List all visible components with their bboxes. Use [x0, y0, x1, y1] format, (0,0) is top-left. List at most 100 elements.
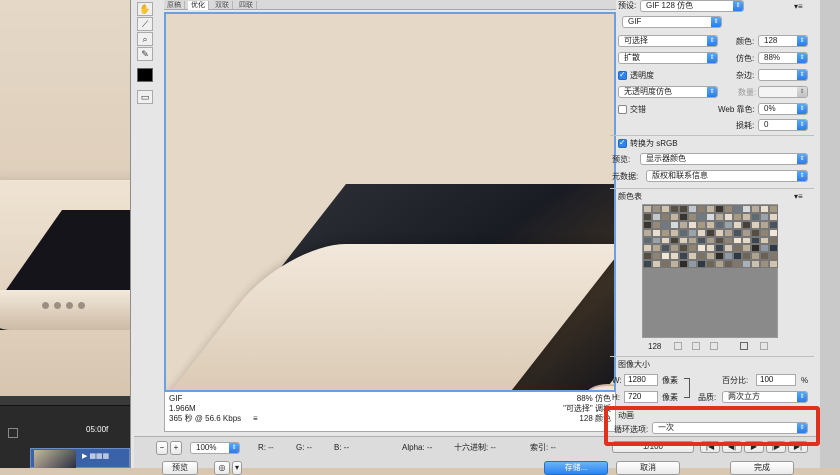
color-swatch[interactable] — [643, 260, 652, 269]
cancel-button[interactable]: 取消 — [616, 461, 680, 475]
convert-srgb-checkbox[interactable] — [618, 138, 627, 148]
save-button[interactable]: 存储... — [544, 461, 608, 475]
tab-optimized[interactable]: 优化 — [188, 1, 209, 10]
color-swatch[interactable] — [661, 220, 670, 229]
color-swatch[interactable] — [697, 244, 706, 253]
color-swatch[interactable] — [679, 205, 688, 213]
lossy-select[interactable]: 0 ⇕ — [758, 119, 808, 131]
web-snap-select[interactable]: 0% ⇕ — [758, 103, 808, 115]
color-swatch[interactable] — [769, 244, 778, 253]
color-swatch[interactable] — [751, 260, 760, 269]
color-swatch[interactable] — [733, 205, 742, 213]
color-swatch[interactable] — [652, 236, 661, 245]
color-swatch[interactable] — [769, 236, 778, 245]
color-swatch[interactable] — [643, 212, 652, 221]
color-swatch[interactable] — [751, 228, 760, 237]
color-swatch[interactable] — [724, 228, 733, 237]
color-swatch[interactable] — [751, 236, 760, 245]
done-button[interactable]: 完成 — [730, 461, 794, 475]
lock-color-icon[interactable] — [710, 342, 718, 350]
color-swatch[interactable] — [733, 228, 742, 237]
color-swatch[interactable] — [670, 212, 679, 221]
color-swatch[interactable] — [670, 260, 679, 269]
color-swatch[interactable] — [670, 220, 679, 229]
color-swatch[interactable] — [661, 212, 670, 221]
color-swatch[interactable] — [661, 252, 670, 261]
color-swatch[interactable] — [715, 236, 724, 245]
color-swatch[interactable] — [706, 236, 715, 245]
color-swatch[interactable] — [742, 220, 751, 229]
amount-select[interactable]: ⇕ — [758, 86, 808, 98]
color-swatch[interactable] — [769, 205, 778, 213]
color-swatch[interactable] — [742, 244, 751, 253]
color-swatch[interactable] — [688, 236, 697, 245]
color-swatch[interactable] — [670, 252, 679, 261]
color-swatch[interactable] — [643, 244, 652, 253]
color-swatch[interactable] — [733, 252, 742, 261]
color-swatch[interactable] — [715, 260, 724, 269]
browser-select-icon[interactable]: ▾ — [232, 461, 242, 475]
color-swatch[interactable] — [652, 205, 661, 213]
color-swatch[interactable] — [742, 205, 751, 213]
color-swatch[interactable] — [760, 220, 769, 229]
toggle-slices-icon[interactable]: ▭ — [137, 90, 153, 104]
color-swatch[interactable] — [715, 228, 724, 237]
color-swatch[interactable] — [706, 228, 715, 237]
color-swatch[interactable] — [697, 260, 706, 269]
eyedropper-color-swatch[interactable] — [137, 68, 153, 82]
color-swatch[interactable] — [751, 244, 760, 253]
hand-tool-icon[interactable]: ✋ — [137, 2, 153, 16]
preset-select[interactable]: GIF 128 仿色 ⇕ — [640, 0, 744, 12]
color-swatch[interactable] — [661, 205, 670, 213]
web-palette-icon[interactable] — [692, 342, 700, 350]
color-swatch[interactable] — [760, 212, 769, 221]
color-swatch[interactable] — [724, 205, 733, 213]
color-swatch[interactable] — [697, 252, 706, 261]
color-swatch[interactable] — [733, 244, 742, 253]
color-swatch[interactable] — [769, 260, 778, 269]
color-swatch[interactable] — [652, 244, 661, 253]
color-swatch[interactable] — [733, 260, 742, 269]
color-swatch[interactable] — [652, 220, 661, 229]
dither-algorithm-select[interactable]: 扩散 ⇕ — [618, 52, 718, 64]
color-swatch[interactable] — [760, 205, 769, 213]
color-swatch[interactable] — [706, 244, 715, 253]
color-swatch[interactable] — [661, 228, 670, 237]
color-swatch[interactable] — [769, 252, 778, 261]
dither-select[interactable]: 88% ⇕ — [758, 52, 808, 64]
color-swatch[interactable] — [688, 228, 697, 237]
color-swatch[interactable] — [706, 260, 715, 269]
color-swatch[interactable] — [679, 212, 688, 221]
color-swatch[interactable] — [652, 212, 661, 221]
color-swatch[interactable] — [715, 205, 724, 213]
color-swatch[interactable] — [706, 205, 715, 213]
transparency-dither-select[interactable]: 无透明度仿色 ⇕ — [618, 86, 718, 98]
color-swatch[interactable] — [643, 252, 652, 261]
color-swatch[interactable] — [715, 212, 724, 221]
color-swatch[interactable] — [652, 260, 661, 269]
color-swatch[interactable] — [760, 236, 769, 245]
color-swatch[interactable] — [706, 212, 715, 221]
height-field[interactable]: 720 — [624, 391, 658, 403]
color-swatch[interactable] — [760, 252, 769, 261]
matte-select[interactable]: ⇕ — [758, 69, 808, 81]
preset-menu-icon[interactable]: ▾≡ — [794, 2, 803, 12]
color-swatch[interactable] — [679, 244, 688, 253]
color-swatch[interactable] — [742, 212, 751, 221]
color-swatch[interactable] — [724, 260, 733, 269]
color-swatch[interactable] — [733, 236, 742, 245]
color-swatch[interactable] — [661, 260, 670, 269]
color-swatch[interactable] — [643, 236, 652, 245]
color-swatch[interactable] — [688, 244, 697, 253]
color-swatch[interactable] — [760, 228, 769, 237]
color-swatch[interactable] — [724, 236, 733, 245]
percent-field[interactable]: 100 — [756, 374, 796, 386]
color-swatch[interactable] — [751, 252, 760, 261]
optimized-preview[interactable] — [164, 12, 616, 392]
tab-original[interactable]: 原稿 — [164, 1, 185, 10]
zoom-out-button[interactable]: − — [156, 441, 168, 455]
new-color-icon[interactable] — [740, 342, 748, 350]
color-swatch[interactable] — [670, 236, 679, 245]
browser-preview-icon[interactable]: ◎ — [214, 461, 230, 475]
color-swatch[interactable] — [679, 228, 688, 237]
